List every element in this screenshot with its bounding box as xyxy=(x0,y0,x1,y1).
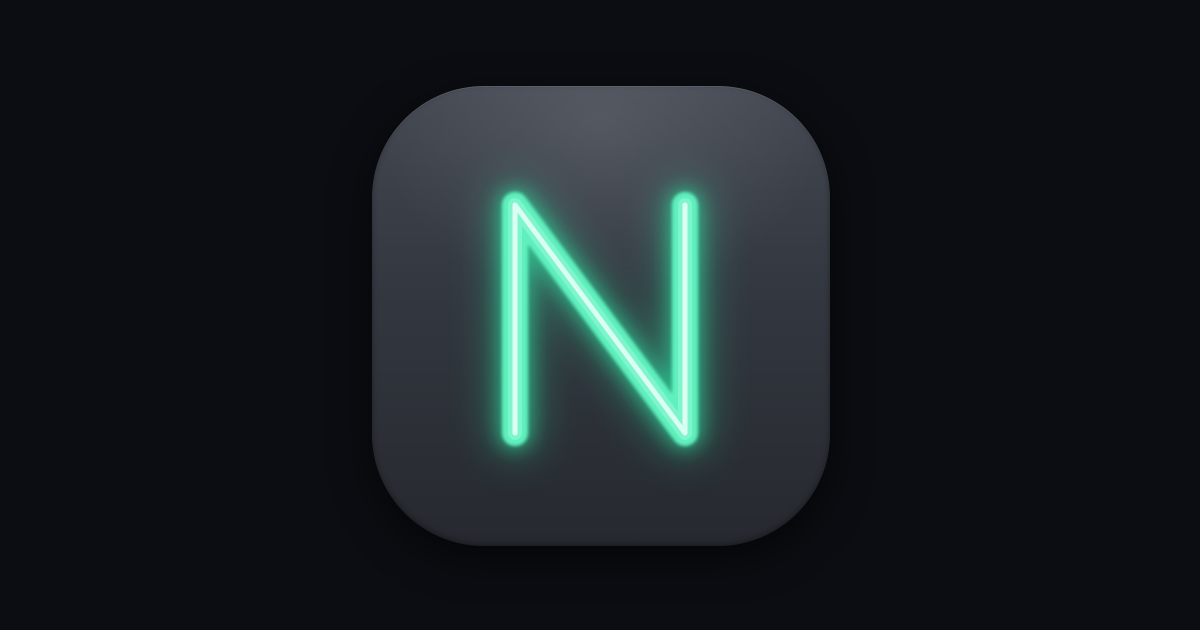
neon-n-icon xyxy=(493,183,707,455)
neon-tube-core xyxy=(512,202,688,436)
canvas: N xyxy=(0,0,1200,630)
